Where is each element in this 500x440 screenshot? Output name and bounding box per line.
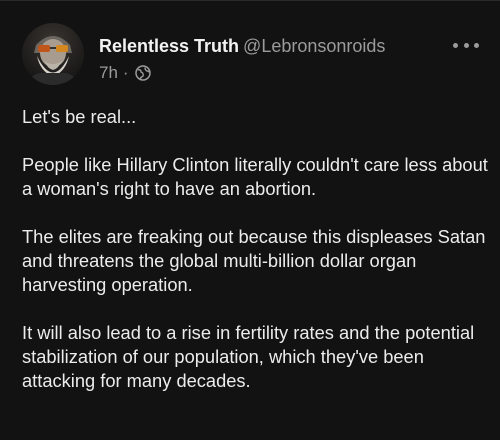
post-paragraph: It will also lead to a rise in fertility… [22, 322, 475, 391]
avatar-image [22, 23, 84, 85]
post-paragraph: People like Hillary Clinton literally co… [22, 154, 488, 199]
user-handle[interactable]: @Lebronsonroids [243, 36, 385, 56]
post: Relentless Truth @Lebronsonroids 7h · Let… [0, 0, 500, 440]
more-dot [463, 42, 469, 48]
meta-separator: · [122, 63, 129, 82]
globe-icon [134, 65, 151, 81]
more-dot [474, 42, 479, 48]
post-paragraph: Let's be real... [22, 106, 137, 127]
more-dot [453, 42, 458, 48]
post-time[interactable]: 7h [99, 62, 118, 84]
more-dots-icon[interactable] [453, 36, 479, 54]
post-body: Let's be real... People like Hillary Cli… [22, 105, 492, 417]
post-header: Relentless Truth @Lebronsonroids [99, 34, 385, 58]
avatar[interactable] [22, 23, 84, 85]
post-paragraph: The elites are freaking out because this… [22, 226, 486, 295]
display-name[interactable]: Relentless Truth [99, 36, 239, 56]
post-meta: 7h · [99, 62, 151, 84]
